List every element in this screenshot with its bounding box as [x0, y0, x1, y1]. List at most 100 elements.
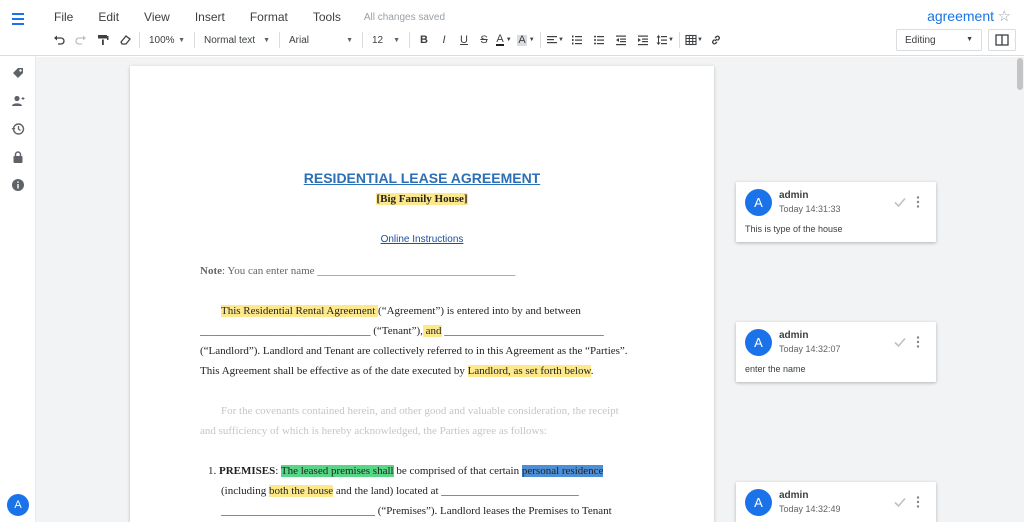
redo-icon[interactable] [72, 30, 90, 50]
paragraph-line: (“Landlord”). Landlord and Tenant are co… [200, 345, 628, 357]
highlight-color-label: A [517, 33, 527, 46]
comment-author: admin [779, 490, 809, 501]
top-bar: File Edit View Insert Format Tools All c… [0, 0, 1024, 56]
paragraph-line: and sufficiency of which is hereby ackno… [200, 425, 547, 437]
table-icon[interactable]: ▼ [685, 30, 703, 50]
link-icon[interactable] [707, 30, 725, 50]
highlighted-text: both the house [268, 485, 334, 497]
zoom-value: 100% [149, 34, 175, 46]
history-icon[interactable] [8, 119, 28, 139]
toolbar-divider [279, 32, 280, 48]
paragraph-line: For the covenants contained herein, and … [221, 405, 619, 417]
scrollbar-thumb[interactable] [1017, 58, 1023, 90]
selected-text: personal residence [521, 465, 604, 477]
formatting-toolbar: 100% ▼ Normal text ▼ Arial ▼ 12 ▼ B I U … [50, 30, 725, 50]
chevron-down-icon: ▼ [346, 36, 353, 44]
chevron-down-icon: ▼ [668, 37, 674, 43]
undo-icon[interactable] [50, 30, 68, 50]
strikethrough-button[interactable]: S [475, 30, 493, 50]
bold-button[interactable]: B [415, 30, 433, 50]
more-vert-icon[interactable] [914, 335, 922, 349]
increase-indent-icon[interactable] [634, 30, 652, 50]
check-icon[interactable] [893, 335, 907, 349]
check-icon[interactable] [893, 195, 907, 209]
menu-format[interactable]: Format [250, 10, 288, 24]
menu-insert[interactable]: Insert [195, 10, 225, 24]
italic-button[interactable]: I [435, 30, 453, 50]
document-page[interactable]: RESIDENTIAL LEASE AGREEMENT [Big Family … [130, 66, 714, 522]
avatar: A [745, 329, 772, 356]
highlighted-text: and [422, 325, 442, 337]
toolbar-divider [194, 32, 195, 48]
text-color-button[interactable]: A ▼ [495, 30, 513, 50]
paragraph-line: _______________________________ (“Tenant… [200, 325, 604, 337]
decrease-indent-icon[interactable] [612, 30, 630, 50]
text-span: This Agreement shall be effective as of … [200, 365, 468, 377]
comment-card[interactable]: A admin Today 14:32:49 [736, 482, 936, 522]
online-instructions-link[interactable]: Online Instructions [130, 234, 714, 245]
text-span: and the land) located at _______________… [333, 485, 579, 497]
more-vert-icon[interactable] [914, 195, 922, 209]
clear-formatting-icon[interactable] [116, 30, 134, 50]
font-family-select[interactable]: Arial ▼ [285, 30, 357, 50]
toolbar-divider [139, 32, 140, 48]
save-status: All changes saved [363, 11, 446, 23]
numbered-list-icon[interactable] [568, 30, 586, 50]
paragraph-line: (including both the house and the land) … [221, 485, 579, 497]
paragraph-style-select[interactable]: Normal text ▼ [200, 30, 274, 50]
menu-tools[interactable]: Tools [313, 10, 341, 24]
star-icon[interactable]: ☆ [998, 7, 1011, 25]
user-avatar[interactable]: A [7, 494, 29, 516]
editing-mode-value: Editing [905, 34, 936, 46]
menu-edit[interactable]: Edit [98, 10, 119, 24]
document-title[interactable]: agreement [927, 8, 994, 24]
chevron-down-icon: ▼ [505, 37, 512, 43]
highlighted-text: This Residential Rental Agreement [221, 305, 379, 317]
add-user-icon[interactable] [8, 91, 28, 111]
comment-time: Today 14:31:33 [779, 204, 841, 214]
text-span: (“Agreement”) is entered into by and bet… [378, 305, 581, 317]
menu-bar: File Edit View Insert Format Tools All c… [46, 8, 445, 26]
tag-icon[interactable] [8, 63, 28, 83]
info-icon[interactable] [8, 175, 28, 195]
line-spacing-icon[interactable]: ▼ [656, 30, 674, 50]
chevron-down-icon: ▼ [966, 36, 973, 43]
chevron-down-icon: ▼ [697, 37, 703, 43]
list-number: 1. [208, 465, 217, 477]
highlighted-text: Landlord, as set forth below [467, 365, 591, 377]
menu-file[interactable]: File [54, 10, 73, 24]
underline-button[interactable]: U [455, 30, 473, 50]
paragraph-line: This Agreement shall be effective as of … [200, 365, 593, 377]
chevron-down-icon: ▼ [558, 37, 564, 43]
avatar: A [745, 189, 772, 216]
avatar: A [745, 489, 772, 516]
paint-format-icon[interactable] [94, 30, 112, 50]
font-size-value: 12 [372, 34, 384, 46]
side-panel-toggle-icon[interactable] [988, 29, 1016, 51]
comment-text: This is type of the house [745, 224, 843, 234]
toolbar-divider [409, 32, 410, 48]
check-icon[interactable] [893, 495, 907, 509]
menu-view[interactable]: View [144, 10, 170, 24]
note-label: Note [200, 265, 222, 277]
text-span: (including [221, 485, 269, 497]
paragraph-style-value: Normal text [204, 34, 256, 46]
more-vert-icon[interactable] [914, 495, 922, 509]
document-subheading: [Big Family House] [130, 193, 714, 205]
highlighted-text: [Big Family House] [376, 193, 468, 205]
toolbar-divider [679, 32, 680, 48]
editing-mode-select[interactable]: Editing ▼ [896, 29, 982, 51]
highlight-color-button[interactable]: A ▼ [517, 30, 535, 50]
paragraph-line: ____________________________ (“Premises”… [221, 505, 612, 517]
comment-card[interactable]: A admin Today 14:31:33 This is type of t… [736, 182, 936, 242]
zoom-select[interactable]: 100% ▼ [145, 30, 189, 50]
lock-icon[interactable] [8, 147, 28, 167]
comment-card[interactable]: A admin Today 14:32:07 enter the name [736, 322, 936, 382]
document-heading: RESIDENTIAL LEASE AGREEMENT [303, 170, 541, 186]
hamburger-menu-icon[interactable] [8, 8, 30, 30]
bulleted-list-icon[interactable] [590, 30, 608, 50]
align-left-icon[interactable]: ▼ [546, 30, 564, 50]
font-size-select[interactable]: 12 ▼ [368, 30, 404, 50]
comment-time: Today 14:32:07 [779, 344, 841, 354]
chevron-down-icon: ▼ [263, 36, 270, 44]
